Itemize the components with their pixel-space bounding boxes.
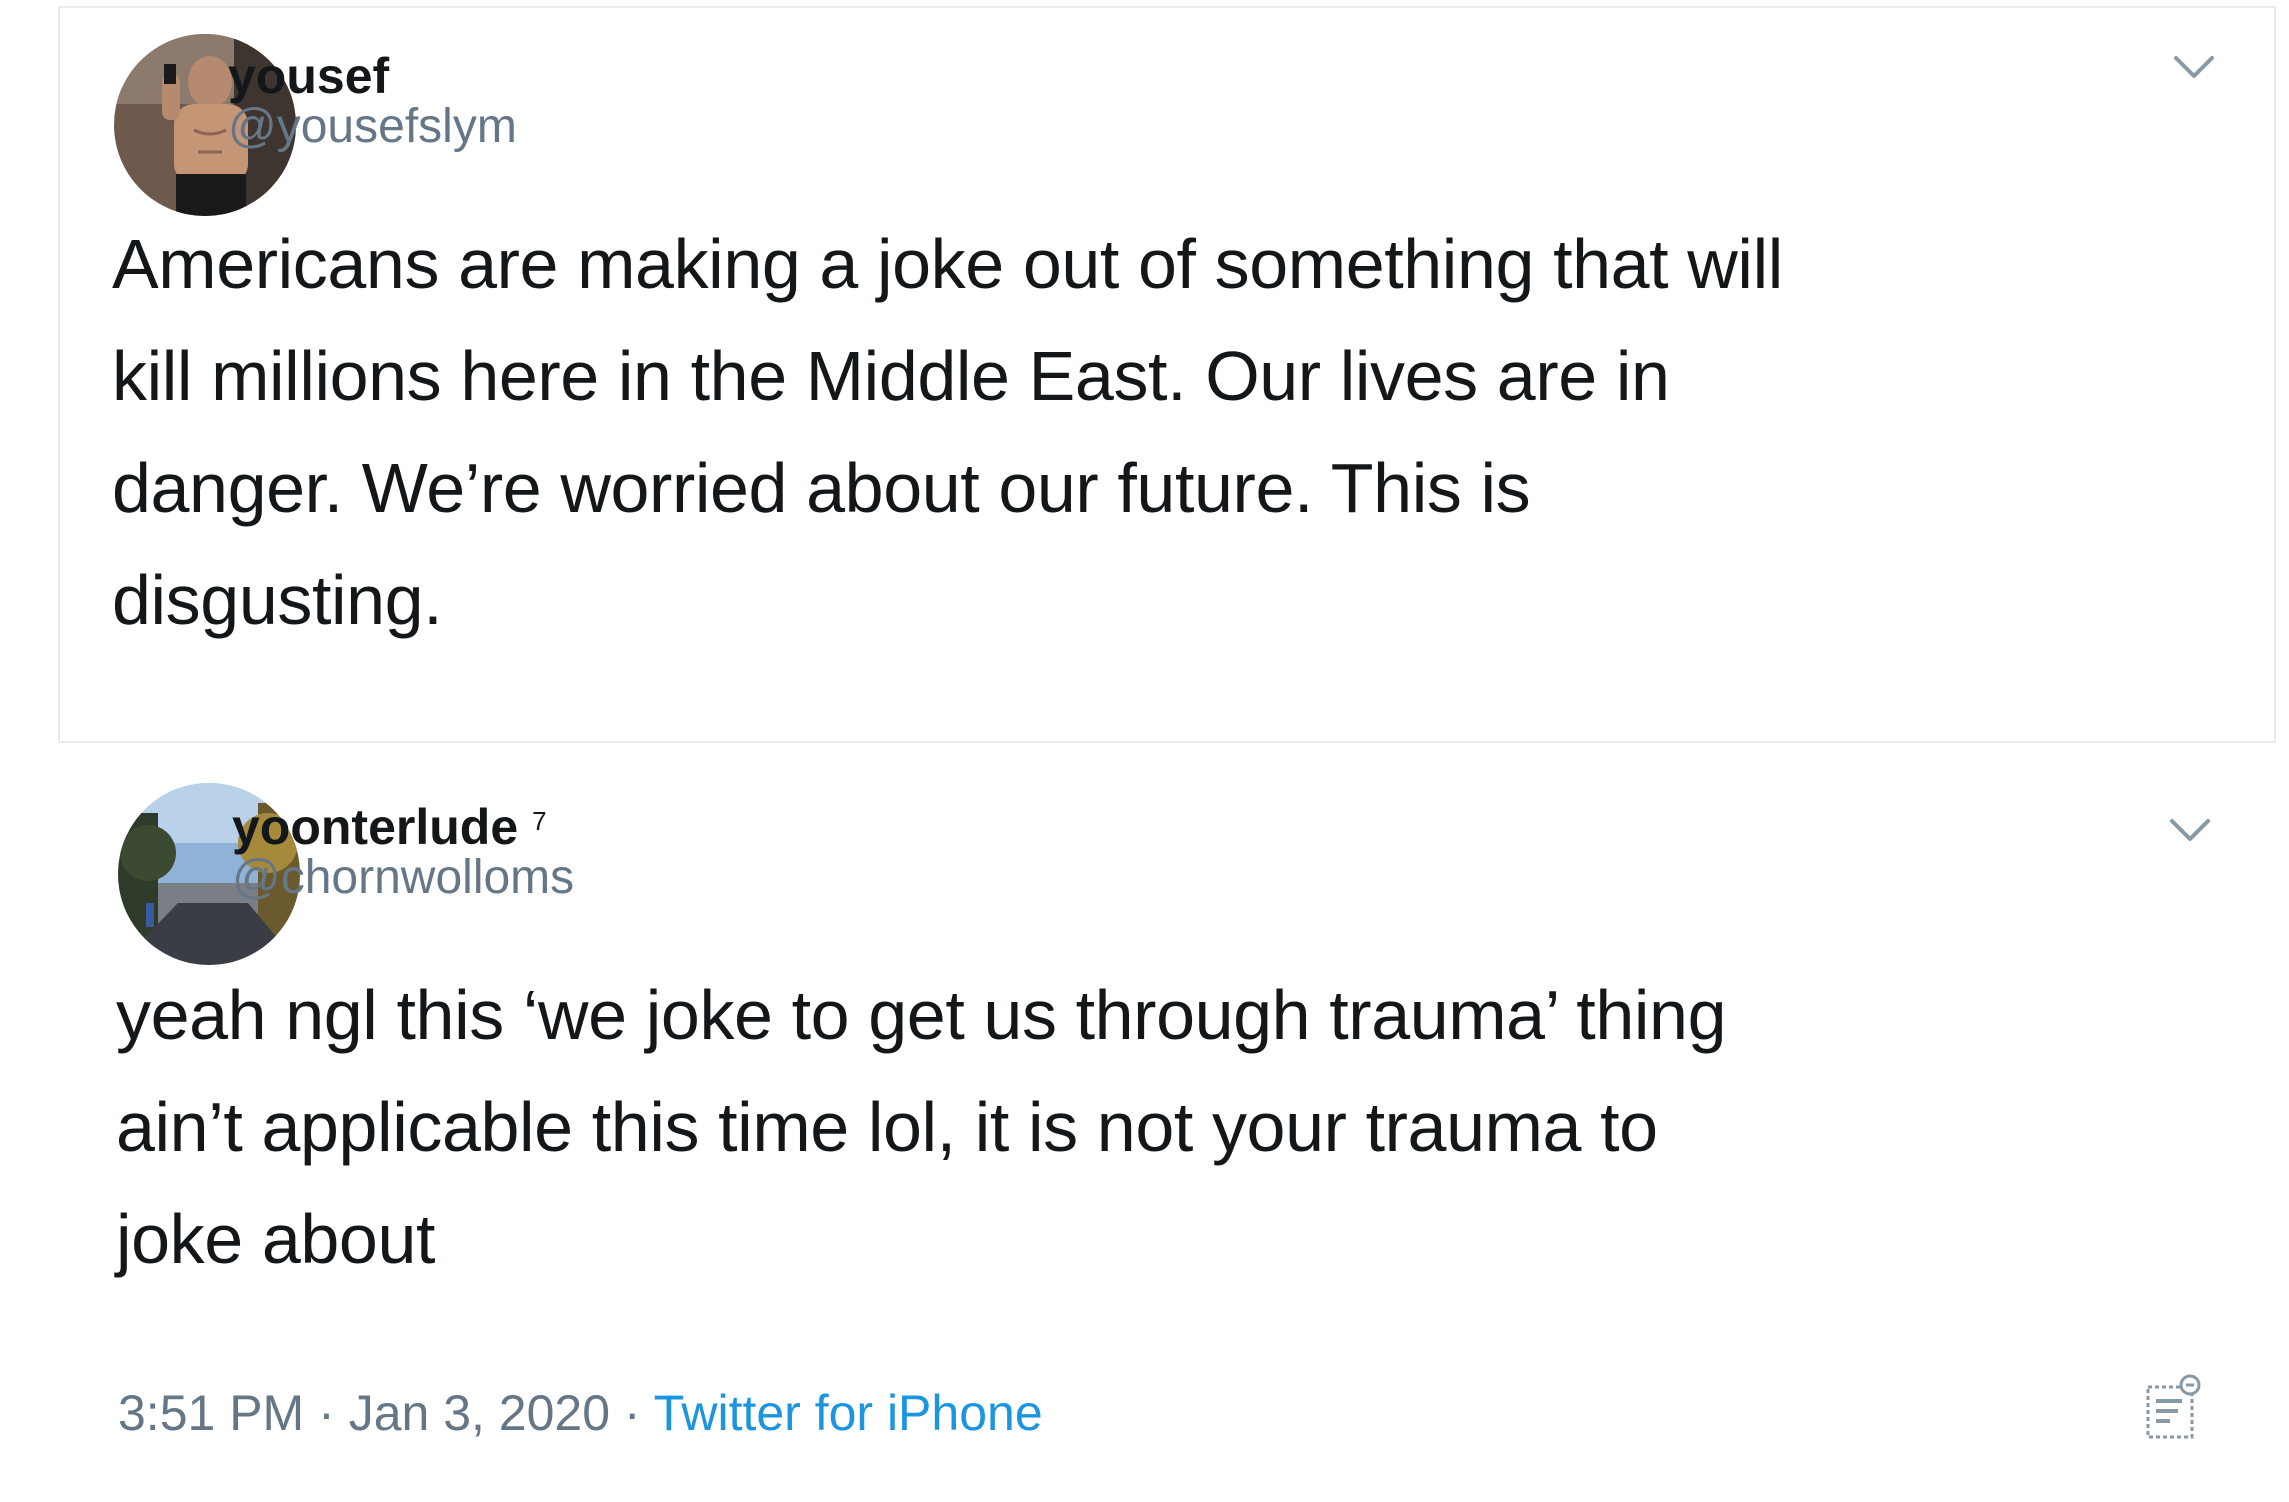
tweet-analytics-icon[interactable] (2144, 1373, 2204, 1441)
tweet-date[interactable]: Jan 3, 2020 (349, 1385, 610, 1441)
display-name-text: yoonterlude (232, 799, 519, 855)
chevron-down-icon[interactable] (2168, 815, 2212, 845)
user-handle[interactable]: @yousefslym (228, 98, 517, 156)
tweet-meta: 3:51 PM · Jan 3, 2020 · Twitter for iPho… (118, 1383, 1043, 1443)
tweet-text: yeah ngl this ‘we joke to get us through… (116, 976, 1727, 1278)
user-handle[interactable]: @chornwolloms (232, 849, 574, 907)
tweet-source-link[interactable]: Twitter for iPhone (654, 1385, 1043, 1441)
meta-separator: · (318, 1385, 335, 1441)
page: yousef @yousefslym Americans are making … (0, 0, 2289, 1502)
meta-separator: · (623, 1385, 641, 1441)
tweet-card-original[interactable]: yousef @yousefslym Americans are making … (58, 6, 2276, 743)
tweet-time[interactable]: 3:51 PM (118, 1385, 304, 1441)
display-name[interactable]: yousef (228, 46, 389, 106)
display-name[interactable]: yoonterlude 7 (232, 797, 547, 857)
tweet-text: Americans are making a joke out of somet… (112, 225, 1783, 639)
chevron-down-icon[interactable] (2172, 52, 2216, 82)
name-suffix: 7 (532, 806, 547, 836)
tweet-card-reply[interactable]: yoonterlude 7 @chornwolloms yeah ngl this… (62, 743, 2280, 1493)
